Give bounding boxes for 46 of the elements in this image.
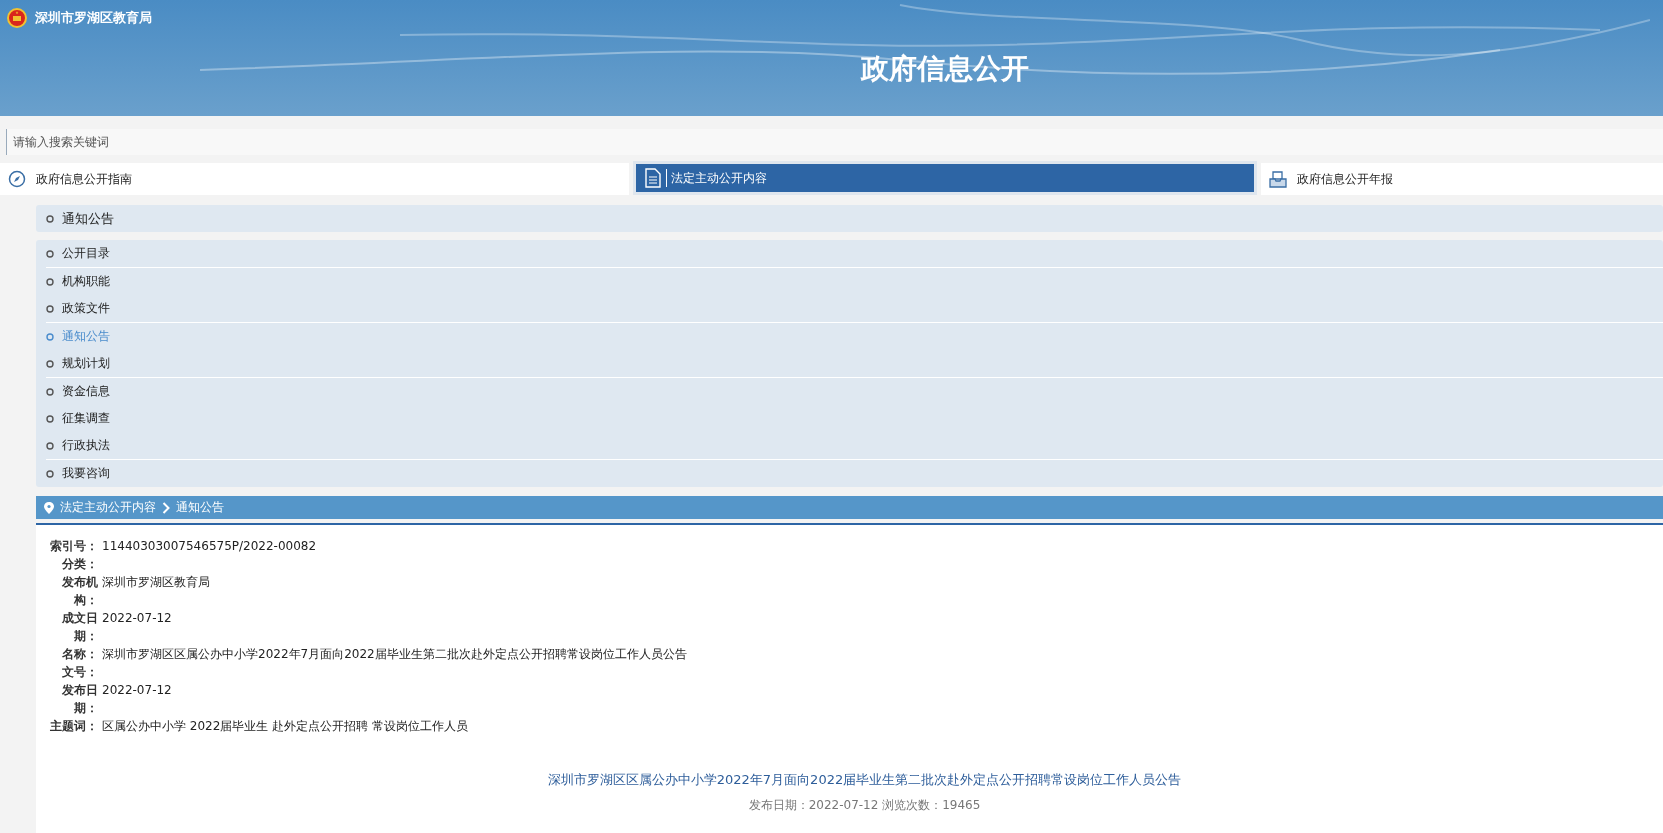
menu-item[interactable]: 征集调查 — [46, 405, 1663, 432]
bullet-icon — [46, 441, 54, 450]
field-label: 索引号： — [49, 538, 98, 555]
bullet-icon — [46, 249, 54, 258]
field-label: 分类： — [61, 556, 98, 573]
bullet-icon — [46, 469, 54, 478]
location-pin-icon — [44, 501, 54, 514]
menu-item[interactable]: 公开目录 — [46, 240, 1663, 267]
menu-item[interactable]: 资金信息 — [46, 378, 1663, 405]
menu-item[interactable]: 政策文件 — [46, 295, 1663, 322]
field-value: 2022-07-12 — [102, 682, 172, 699]
section-title: 通知公告 — [62, 209, 114, 228]
field-value: 深圳市罗湖区区属公办中小学2022年7月面向2022届毕业生第二批次赴外定点公开招聘常设岗位工作人员公告 — [102, 646, 687, 663]
search-field[interactable]: 请输入搜索关键词 — [6, 129, 1663, 155]
field-label: 名称： — [61, 646, 98, 663]
tab[interactable]: 法定主动公开内容 — [633, 161, 1257, 195]
field-label: 发布机构： — [61, 574, 98, 609]
field-label: 发布日期： — [61, 682, 98, 717]
tab[interactable]: 政府信息公开年报 — [1261, 163, 1663, 195]
page-title: 政府信息公开 — [859, 51, 1030, 87]
bullet-icon — [46, 214, 54, 223]
field-label: 文号： — [61, 664, 98, 681]
menu-item[interactable]: 我要咨询 — [46, 460, 1663, 487]
document-icon — [644, 168, 662, 188]
field-value: 2022-07-12 — [102, 610, 172, 627]
bullet-icon — [46, 359, 54, 368]
bullet-icon — [46, 332, 54, 341]
field-value: 区属公办中小学 2022届毕业生 赴外定点公开招聘 常设岗位工作人员 — [102, 718, 468, 735]
field-value: 11440303007546575P/2022-00082 — [102, 538, 317, 555]
article-meta: 发布日期：2022-07-12 浏览次数：19465 — [747, 797, 982, 814]
field-label: 成文日期： — [61, 610, 98, 645]
article-title: 深圳市罗湖区区属公办中小学2022年7月面向2022届毕业生第二批次赴外定点公开招聘常设岗位工作人员公告 — [546, 771, 1183, 789]
document-tray-icon — [1269, 170, 1287, 188]
bullet-icon — [46, 304, 54, 313]
emblem-icon — [7, 8, 27, 28]
field-label: 主题词： — [49, 718, 98, 735]
field-value: 深圳市罗湖区教育局 — [102, 574, 210, 591]
menu-item[interactable]: 机构职能 — [46, 268, 1663, 295]
compass-icon — [8, 170, 26, 188]
bullet-icon — [46, 387, 54, 396]
menu-item[interactable]: 行政执法 — [46, 432, 1663, 459]
bullet-icon — [46, 277, 54, 286]
bullet-icon — [46, 414, 54, 423]
menu-item[interactable]: 规划计划 — [46, 350, 1663, 377]
chevron-right-icon — [162, 501, 170, 514]
tab[interactable]: 政府信息公开指南 — [0, 163, 629, 195]
